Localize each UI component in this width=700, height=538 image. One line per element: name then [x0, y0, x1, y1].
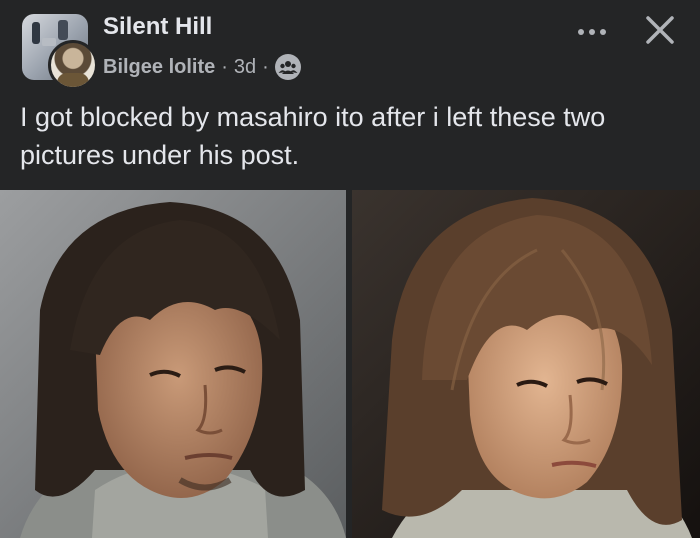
- group-name[interactable]: Silent Hill: [103, 13, 212, 41]
- meta-separator: ·: [221, 55, 228, 78]
- author-name[interactable]: Bilgee lolite: [103, 56, 215, 79]
- photo-1[interactable]: [0, 190, 346, 538]
- group-audience-icon: [274, 54, 301, 80]
- close-button[interactable]: [640, 10, 680, 50]
- post-timestamp[interactable]: 3d: [234, 56, 256, 79]
- close-icon: [646, 16, 674, 44]
- portrait-image: [352, 190, 700, 538]
- more-options-button[interactable]: [574, 18, 610, 46]
- photo-grid: [0, 190, 700, 538]
- post-text: I got blocked by masahiro ito after i le…: [20, 102, 606, 170]
- portrait-image: [0, 190, 346, 538]
- post-meta: Bilgee lolite · 3d ·: [103, 52, 301, 82]
- meta-separator: ·: [262, 55, 269, 78]
- more-horizontal-icon: [578, 29, 606, 35]
- author-avatar[interactable]: [48, 40, 98, 90]
- photo-2[interactable]: [352, 190, 700, 538]
- post-header: Silent Hill Bilgee lolite · 3d · I got b…: [0, 0, 700, 190]
